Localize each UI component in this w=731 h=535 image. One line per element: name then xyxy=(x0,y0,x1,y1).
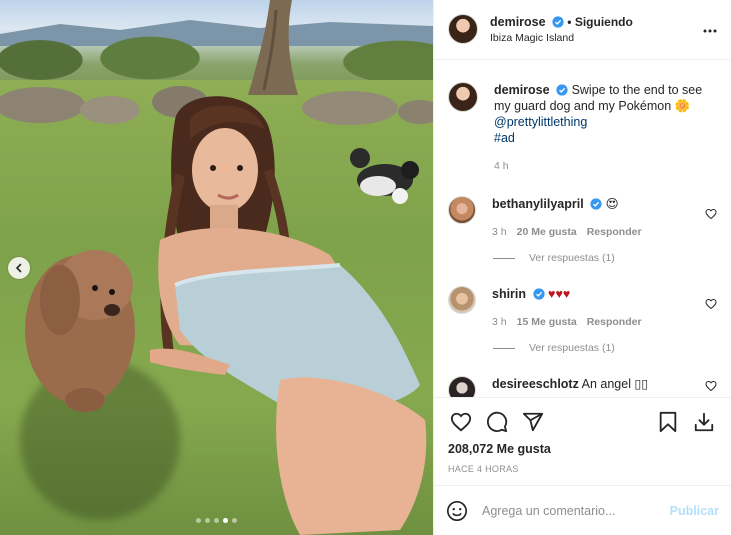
more-options-icon[interactable] xyxy=(703,20,717,36)
comment-text: ♥♥♥ xyxy=(548,287,571,301)
comments-section[interactable]: demirose Swipe to the end to see my guar… xyxy=(434,60,731,397)
post-actions: 208,072 Me gusta HACE 4 HORAS xyxy=(434,397,731,485)
cat-figure xyxy=(350,148,419,204)
comment-reply-button[interactable]: Responder xyxy=(587,226,642,238)
comment-item: desireeschlotz An angel ▯▯ xyxy=(448,376,717,397)
instagram-post: demirose • Siguiendo Ibiza Magic Island … xyxy=(0,0,731,535)
caption-username[interactable]: demirose xyxy=(494,83,550,97)
download-icon xyxy=(694,412,714,432)
caption-avatar[interactable] xyxy=(448,82,478,112)
paper-plane-icon xyxy=(522,412,544,432)
comment-composer: Publicar xyxy=(434,485,731,535)
verified-badge-icon xyxy=(552,16,564,28)
chevron-left-icon xyxy=(15,263,22,273)
carousel-prev-button[interactable] xyxy=(8,257,30,279)
follow-separator: • xyxy=(567,15,575,29)
header-text: demirose • Siguiendo Ibiza Magic Island xyxy=(490,14,633,46)
verified-badge-icon xyxy=(532,288,545,300)
bookmark-icon xyxy=(659,411,677,433)
save-button[interactable] xyxy=(653,407,683,437)
view-replies-button[interactable]: Ver respuestas (1) xyxy=(493,252,692,264)
comment-username[interactable]: desireeschlotz xyxy=(492,377,579,391)
carousel-dot xyxy=(223,518,228,523)
view-replies-button[interactable]: Ver respuestas (1) xyxy=(493,342,692,354)
post-timestamp[interactable]: HACE 4 HORAS xyxy=(448,464,719,474)
comment-item: shirin ♥♥♥ 3 h 15 Me gusta Responder Ver… xyxy=(448,286,717,354)
hashtag-link[interactable]: #ad xyxy=(494,131,515,145)
verified-badge-icon xyxy=(556,84,568,96)
post-photo[interactable] xyxy=(0,0,433,535)
caption-emoji: 🌼 xyxy=(674,99,691,113)
comment-reply-button[interactable]: Responder xyxy=(587,316,642,328)
comment-button[interactable] xyxy=(482,407,512,437)
carousel-dot xyxy=(232,518,237,523)
caption-time[interactable]: 4 h xyxy=(494,158,717,174)
share-button[interactable] xyxy=(518,407,548,437)
comment-text: An angel ▯▯ xyxy=(581,377,649,391)
like-button[interactable] xyxy=(446,407,476,437)
download-button[interactable] xyxy=(689,407,719,437)
comment-time[interactable]: 3 h xyxy=(492,226,507,238)
comment-like-heart-icon[interactable] xyxy=(705,208,717,220)
comment-avatar[interactable] xyxy=(448,196,476,224)
heart-icon xyxy=(450,412,472,432)
replies-divider xyxy=(493,257,515,259)
carousel-dot xyxy=(205,518,210,523)
verified-badge-icon xyxy=(590,198,602,210)
like-count[interactable]: 208,072 Me gusta xyxy=(448,442,719,456)
view-replies-label: Ver respuestas (1) xyxy=(529,252,615,264)
emoji-icon[interactable] xyxy=(446,500,468,522)
comment-like-heart-icon[interactable] xyxy=(705,298,717,310)
comment-bubble-icon xyxy=(486,411,508,433)
comment-likes[interactable]: 20 Me gusta xyxy=(517,226,577,238)
mention-link[interactable]: @prettylittlething xyxy=(494,115,587,129)
woman-figure xyxy=(150,96,427,535)
post-side-panel: demirose • Siguiendo Ibiza Magic Island … xyxy=(433,0,731,535)
post-caption: demirose Swipe to the end to see my guar… xyxy=(448,60,717,174)
comment-time[interactable]: 3 h xyxy=(492,316,507,328)
follow-status-button[interactable]: Siguiendo xyxy=(575,15,633,29)
replies-divider xyxy=(493,347,515,349)
comment-text: 😍 xyxy=(605,197,619,211)
header-username[interactable]: demirose xyxy=(490,15,546,29)
post-header: demirose • Siguiendo Ibiza Magic Island xyxy=(434,0,731,60)
view-replies-label: Ver respuestas (1) xyxy=(529,342,615,354)
comment-username[interactable]: bethanylilyapril xyxy=(492,197,584,211)
comment-likes[interactable]: 15 Me gusta xyxy=(517,316,577,328)
comment-input[interactable] xyxy=(482,503,670,518)
poodle-figure xyxy=(25,250,135,412)
carousel-indicator xyxy=(0,518,433,523)
publish-button[interactable]: Publicar xyxy=(670,504,719,518)
location-link[interactable]: Ibiza Magic Island xyxy=(490,30,633,46)
comment-avatar[interactable] xyxy=(448,286,476,314)
carousel-dot xyxy=(196,518,201,523)
comment-item: bethanylilyapril 😍 3 h 20 Me gusta Respo… xyxy=(448,196,717,264)
comment-avatar[interactable] xyxy=(448,376,476,397)
comment-like-heart-icon[interactable] xyxy=(705,380,717,392)
comment-username[interactable]: shirin xyxy=(492,287,526,301)
carousel-dot xyxy=(214,518,219,523)
photo-subjects xyxy=(25,96,427,535)
avatar[interactable] xyxy=(448,14,478,44)
